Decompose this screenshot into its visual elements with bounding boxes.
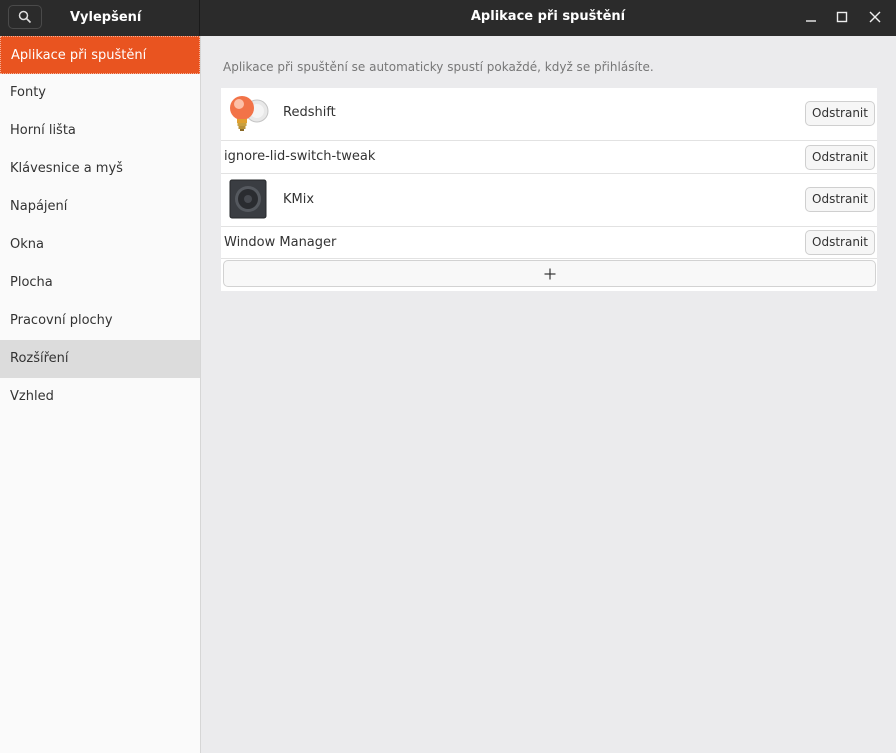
sidebar-item-fonts[interactable]: Fonty [0,74,200,112]
list-item: Window Manager Odstranit [221,227,877,259]
minimize-button[interactable] [800,6,822,28]
app-name: ignore-lid-switch-tweak [224,149,376,164]
app-name: Window Manager [224,235,337,250]
sidebar-title: Vylepšení [70,10,142,25]
close-icon [869,11,881,23]
maximize-icon [836,11,848,23]
main-content: Aplikace při spuštění se automaticky spu… [201,36,896,753]
list-item: Redshift Odstranit [221,88,877,141]
sidebar-item-top-bar[interactable]: Horní lišta [0,112,200,150]
app-name: Redshift [283,105,336,120]
app-name: KMix [283,192,315,207]
plus-icon [544,268,555,279]
redshift-bulb-icon [230,96,269,131]
sidebar-item-startup-apps[interactable]: Aplikace při spuštění [0,36,200,74]
sidebar-item-appearance[interactable]: Vzhled [0,378,200,416]
sidebar-item-extensions[interactable]: Rozšíření [0,340,200,378]
minimize-icon [806,20,816,22]
remove-button[interactable]: Odstranit [805,145,875,170]
remove-button[interactable]: Odstranit [805,230,875,255]
window-title: Aplikace při spuštění [470,9,626,24]
sidebar-header: Vylepšení [0,0,200,36]
add-app-button[interactable] [223,260,876,287]
search-button[interactable] [8,5,42,29]
sidebar-item-workspaces[interactable]: Pracovní plochy [0,302,200,340]
sidebar-item-keyboard-mouse[interactable]: Klávesnice a myš [0,150,200,188]
sidebar-item-power[interactable]: Napájení [0,188,200,226]
remove-button[interactable]: Odstranit [805,101,875,126]
maximize-button[interactable] [831,6,853,28]
list-item: ignore-lid-switch-tweak Odstranit [221,141,877,174]
sidebar-item-desktop[interactable]: Plocha [0,264,200,302]
sidebar: Aplikace při spuštění Fonty Horní lišta … [0,36,201,753]
search-icon [18,10,32,24]
sidebar-item-windows[interactable]: Okna [0,226,200,264]
startup-description: Aplikace při spuštění se automaticky spu… [223,60,654,74]
startup-app-list: Redshift Odstranit ignore-lid-switch-twe… [221,88,877,291]
list-item: KMix Odstranit [221,174,877,227]
header-bar: Vylepšení Aplikace při spuštění [0,0,896,36]
remove-button[interactable]: Odstranit [805,187,875,212]
close-button[interactable] [864,6,886,28]
kmix-speaker-icon [229,179,267,219]
